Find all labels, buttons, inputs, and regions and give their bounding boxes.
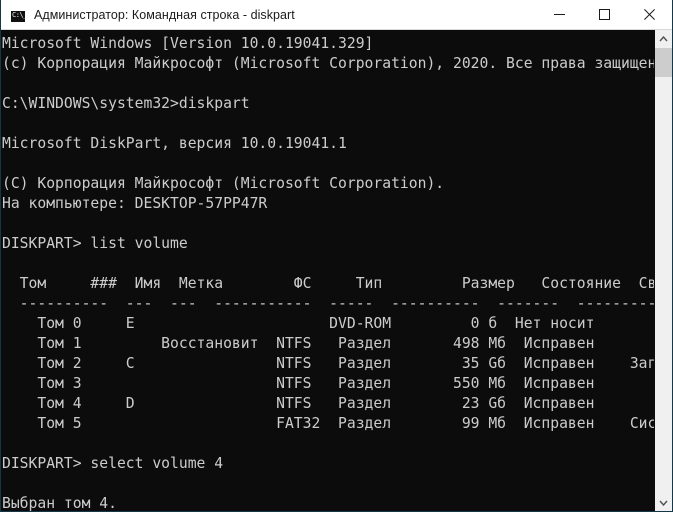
chevron-down-icon bbox=[659, 500, 668, 506]
command-prompt-window: C:\_ Администратор: Командная строка - d… bbox=[0, 0, 673, 512]
close-icon bbox=[644, 9, 655, 20]
console-line: DISKPART> list volume bbox=[2, 235, 188, 252]
window-controls bbox=[537, 0, 672, 29]
console-line: (c) Корпорация Майкрософт (Microsoft Cor… bbox=[2, 55, 654, 72]
console-line: (C) Корпорация Майкрософт (Microsoft Cor… bbox=[2, 175, 445, 192]
console-line: Том 2 C NTFS Раздел 35 Gб Исправен Загру… bbox=[2, 355, 654, 372]
console-line: Том 4 D NTFS Раздел 23 Gб Исправен bbox=[2, 395, 595, 412]
console-line: Том 1 Восстановит NTFS Раздел 498 Мб Исп… bbox=[2, 335, 595, 352]
minimize-button[interactable] bbox=[537, 0, 582, 29]
vertical-scrollbar[interactable] bbox=[654, 30, 672, 511]
console-line: ---------- --- --- ----------- ----- ---… bbox=[19, 295, 654, 312]
console-area[interactable]: Microsoft Windows [Version 10.0.19041.32… bbox=[1, 30, 672, 511]
console-line: Microsoft DiskPart, версия 10.0.19041.1 bbox=[2, 135, 347, 152]
console-line: Выбран том 4. bbox=[2, 495, 117, 511]
console-line: Том ### Имя Метка ФС Тип Размер Состояни… bbox=[2, 275, 654, 292]
scroll-down-arrow[interactable] bbox=[655, 494, 672, 511]
maximize-button[interactable] bbox=[582, 0, 627, 29]
scroll-up-arrow[interactable] bbox=[655, 30, 672, 47]
console-icon-glyph: C:\_ bbox=[12, 10, 27, 19]
title-bar[interactable]: C:\_ Администратор: Командная строка - d… bbox=[1, 0, 672, 30]
close-button[interactable] bbox=[627, 0, 672, 29]
console-icon: C:\_ bbox=[10, 6, 27, 23]
minimize-icon bbox=[554, 14, 565, 15]
console-line: Том 0 E DVD-ROM 0 б Нет носит bbox=[2, 315, 595, 332]
scroll-thumb[interactable] bbox=[655, 48, 672, 77]
chevron-up-icon bbox=[659, 35, 668, 41]
console-line: На компьютере: DESKTOP-57PP47R bbox=[2, 195, 268, 212]
console-output[interactable]: Microsoft Windows [Version 10.0.19041.32… bbox=[1, 30, 654, 511]
console-line: DISKPART> select volume 4 bbox=[2, 455, 224, 472]
console-line: C:\WINDOWS\system32>diskpart bbox=[2, 95, 250, 112]
console-line: Microsoft Windows [Version 10.0.19041.32… bbox=[2, 35, 374, 52]
console-line: Том 5 FAT32 Раздел 99 Мб Исправен Систем… bbox=[2, 415, 654, 432]
console-line: Том 3 NTFS Раздел 550 Мб Исправен bbox=[2, 375, 595, 392]
window-title: Администратор: Командная строка - diskpa… bbox=[34, 7, 295, 22]
maximize-icon bbox=[599, 9, 610, 20]
